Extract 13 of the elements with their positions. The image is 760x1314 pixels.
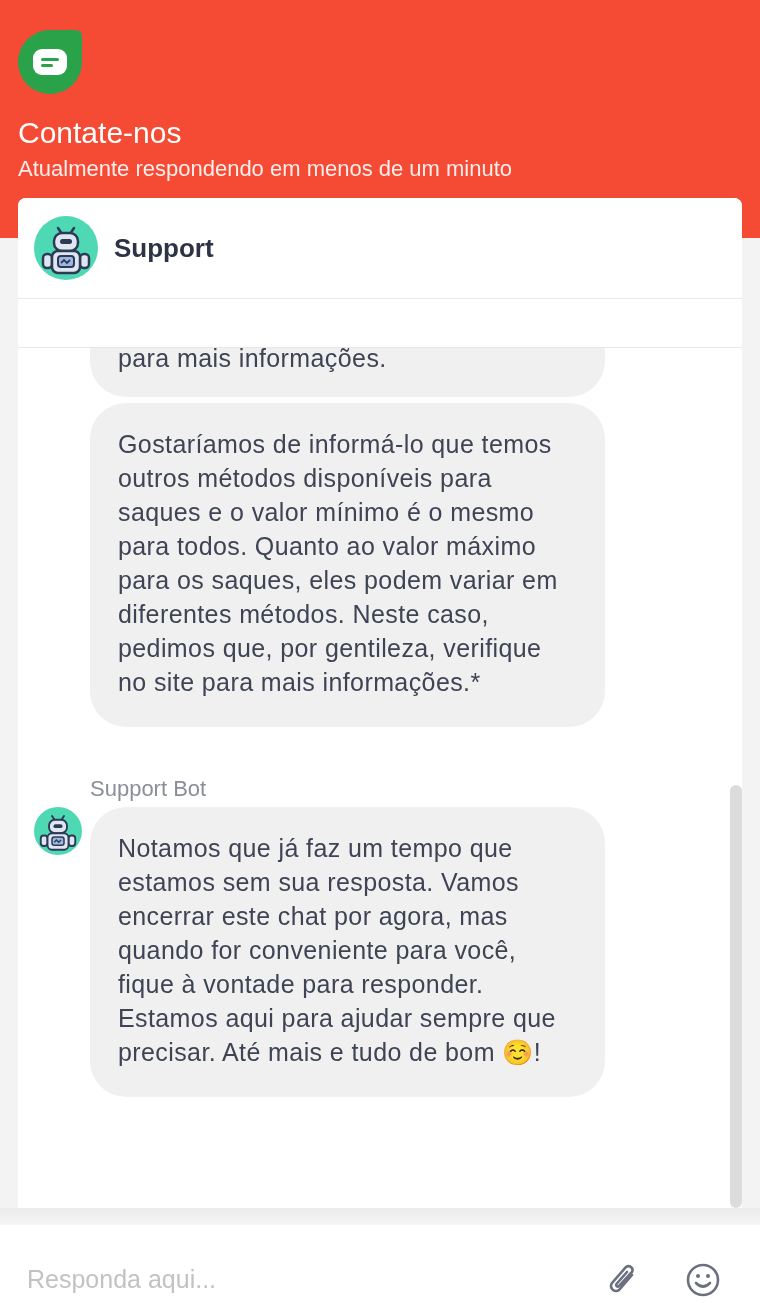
reply-field[interactable]: Responda aqui...: [27, 1260, 598, 1299]
composer-bar[interactable]: Responda aqui...: [0, 1225, 760, 1314]
robot-avatar: [34, 216, 98, 280]
message-text: Notamos que já faz um tempo que estamos sem sua resposta. Vamos encerrar este chat por agora, mas quando for conveniente para você, fique à vontade para responder. Estamos aqui para ajudar sempre que precisar. Até mais e tudo de bom ☺!: [118, 833, 557, 1068]
message-text: para mais informações.: [118, 343, 388, 374]
agent-name: Support: [114, 231, 214, 265]
header-title: Contate-nos: [18, 115, 183, 151]
scrollbar[interactable]: [730, 785, 742, 1208]
sender-name: Support Bot: [90, 775, 208, 803]
message-text: Gostaríamos de informá-lo que temos outros métodos disponíveis para saques e o valor mínimo é o mesmo para todos. Quanto ao valor máximo para os saques, eles podem variar em diferentes métodos. Neste caso, pedimos que, por gentileza, verifique no site para mais informações.*: [118, 429, 559, 698]
emoji-icon[interactable]: [686, 1262, 720, 1297]
robot-avatar: [34, 807, 82, 855]
header-subtitle: Atualmente respondendo em menos de um minuto: [18, 155, 514, 183]
